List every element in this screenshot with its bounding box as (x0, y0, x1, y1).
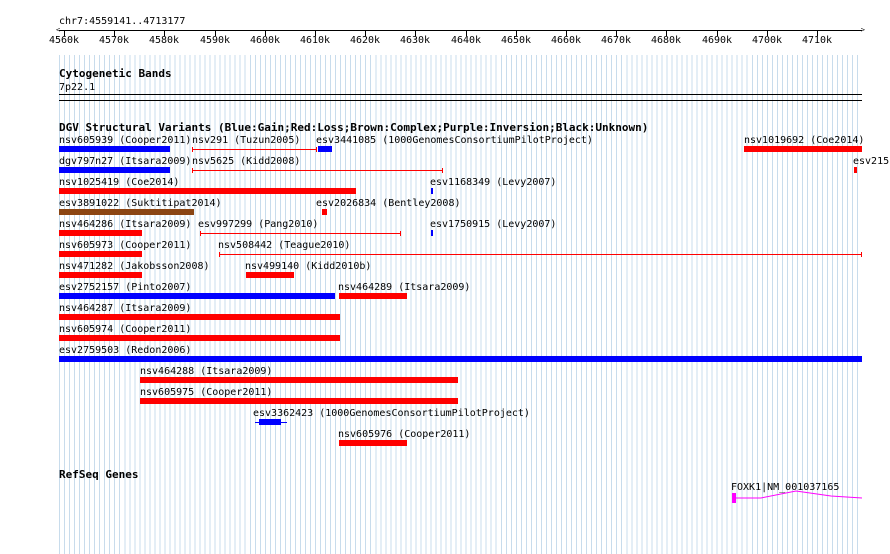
ruler-tick-label: 4680k (650, 35, 682, 46)
variant-feature-bar[interactable] (59, 209, 194, 215)
variant-label[interactable]: nsv5625 (Kidd2008) (192, 156, 300, 167)
variant-label[interactable]: nsv508442 (Teague2010) (218, 240, 350, 251)
variant-feature-bar[interactable] (322, 209, 327, 215)
ruler-tick-label: 4610k (299, 35, 331, 46)
variant-label[interactable]: nsv291 (Tuzun2005) (192, 135, 300, 146)
variant-label[interactable]: esv2759503 (Redon2006) (59, 345, 191, 356)
gene-exon (732, 493, 736, 503)
variant-cap-right (400, 231, 401, 236)
variant-feature-bar[interactable] (431, 230, 433, 236)
variant-label[interactable]: nsv605976 (Cooper2011) (338, 429, 470, 440)
variant-label[interactable]: nsv605973 (Cooper2011) (59, 240, 191, 251)
variant-feature-bar[interactable] (59, 293, 335, 299)
ruler-tick-label: 4710k (801, 35, 833, 46)
variant-feature-bar[interactable] (59, 314, 340, 320)
variant-feature-bar[interactable] (339, 440, 407, 446)
variant-label[interactable]: esv2752157 (Pinto2007) (59, 282, 191, 293)
variant-feature-line[interactable] (219, 252, 862, 257)
variant-feature-bar[interactable] (246, 272, 294, 278)
ruler-tick-label: 4570k (98, 35, 130, 46)
cytoband-divider-bottom (59, 100, 862, 101)
variant-label[interactable]: nsv471282 (Jakobsson2008) (59, 261, 210, 272)
position-label: chr7:4559141..4713177 (59, 16, 186, 27)
ruler-tick-label: 4660k (550, 35, 582, 46)
cytoband-divider-top (59, 94, 862, 95)
variant-feature-bar[interactable] (59, 272, 142, 278)
variant-feature-line[interactable] (200, 231, 401, 236)
variant-label[interactable]: nsv499140 (Kidd2010b) (245, 261, 371, 272)
variant-feature-bar[interactable] (59, 146, 170, 152)
variant-label[interactable]: esv3441085 (1000GenomesConsortiumPilotPr… (316, 135, 593, 146)
variant-feature-bar[interactable] (59, 251, 142, 257)
ruler-tick-label: 4600k (249, 35, 281, 46)
variant-label[interactable]: dgv797n27 (Itsara2009) (59, 156, 191, 167)
ruler-tick-label: 4630k (399, 35, 431, 46)
variant-label[interactable]: nsv464288 (Itsara2009) (140, 366, 272, 377)
variant-feature-line[interactable] (192, 147, 317, 152)
variant-label[interactable]: esv1750915 (Levy2007) (430, 219, 556, 230)
variant-label[interactable]: nsv605939 (Cooper2011) (59, 135, 191, 146)
ruler-tick-label: 4640k (450, 35, 482, 46)
ruler-tick-label: 4700k (751, 35, 783, 46)
variant-feature-bar[interactable] (59, 230, 142, 236)
variant-feature-bar[interactable] (318, 146, 332, 152)
variant-feature-bar[interactable] (259, 419, 281, 425)
variant-feature-bar[interactable] (59, 335, 340, 341)
variant-label[interactable]: nsv464289 (Itsara2009) (338, 282, 470, 293)
variant-cap-left (219, 252, 220, 257)
variant-label[interactable]: esv3891022 (Suktitipat2014) (59, 198, 222, 209)
ruler-tick-label: 4590k (199, 35, 231, 46)
variant-feature-bar[interactable] (431, 188, 433, 194)
ruler-tick-label: 4690k (701, 35, 733, 46)
variant-label[interactable]: nsv464286 (Itsara2009) (59, 219, 191, 230)
variant-feature-bar[interactable] (339, 293, 407, 299)
ruler-tick-label: 4670k (600, 35, 632, 46)
cytoband-track-title: Cytogenetic Bands (59, 67, 172, 80)
ruler-tick-label: 4580k (148, 35, 180, 46)
variant-label[interactable]: nsv605975 (Cooper2011) (140, 387, 272, 398)
ruler-right-arrow-icon: > (860, 26, 865, 34)
dgv-track-title: DGV Structural Variants (Blue:Gain;Red:L… (59, 121, 649, 134)
variant-feature-bar[interactable] (140, 377, 458, 383)
variant-cap-right (861, 252, 862, 257)
variant-label[interactable]: esv2026834 (Bentley2008) (316, 198, 461, 209)
variant-feature-bar[interactable] (59, 356, 862, 362)
variant-label[interactable]: nsv464287 (Itsara2009) (59, 303, 191, 314)
variant-cap-right (316, 147, 317, 152)
coordinate-ruler[interactable]: < > 4560k 4570k 4580k 4590k 4600k 4610k 4620k 4… (49, 26, 865, 47)
gene-intron-line (760, 490, 862, 499)
variant-feature-bar[interactable] (59, 188, 356, 194)
variant-feature-bar[interactable] (854, 167, 857, 173)
variant-label[interactable]: esv3362423 (1000GenomesConsortiumPilotPr… (253, 408, 530, 419)
ruler-tick-label: 4650k (500, 35, 532, 46)
variant-label[interactable]: esv215 (853, 156, 889, 167)
variant-label[interactable]: nsv1019692 (Coe2014) (744, 135, 864, 146)
cytoband-label: 7p22.1 (59, 82, 96, 93)
ruler-tick-label: 4620k (349, 35, 381, 46)
variant-feature-line[interactable] (192, 168, 443, 173)
variant-feature-bar[interactable] (59, 167, 170, 173)
variant-feature-bar[interactable] (140, 398, 458, 404)
variant-cap-left (192, 168, 193, 173)
variant-label[interactable]: esv1168349 (Levy2007) (430, 177, 556, 188)
ruler-tick-label: 4560k (48, 35, 80, 46)
ruler-left-arrow-icon: < (56, 26, 61, 34)
variant-cap-left (200, 231, 201, 236)
variant-feature-bar[interactable] (744, 146, 862, 152)
variant-label[interactable]: esv997299 (Pang2010) (198, 219, 318, 230)
variant-label[interactable]: nsv605974 (Cooper2011) (59, 324, 191, 335)
gene-model-foxk1[interactable] (731, 488, 862, 504)
variant-cap-left (192, 147, 193, 152)
variant-cap-right (442, 168, 443, 173)
variant-label[interactable]: nsv1025419 (Coe2014) (59, 177, 179, 188)
ruler-axis (59, 30, 862, 31)
refseq-track-title: RefSeq Genes (59, 468, 139, 481)
